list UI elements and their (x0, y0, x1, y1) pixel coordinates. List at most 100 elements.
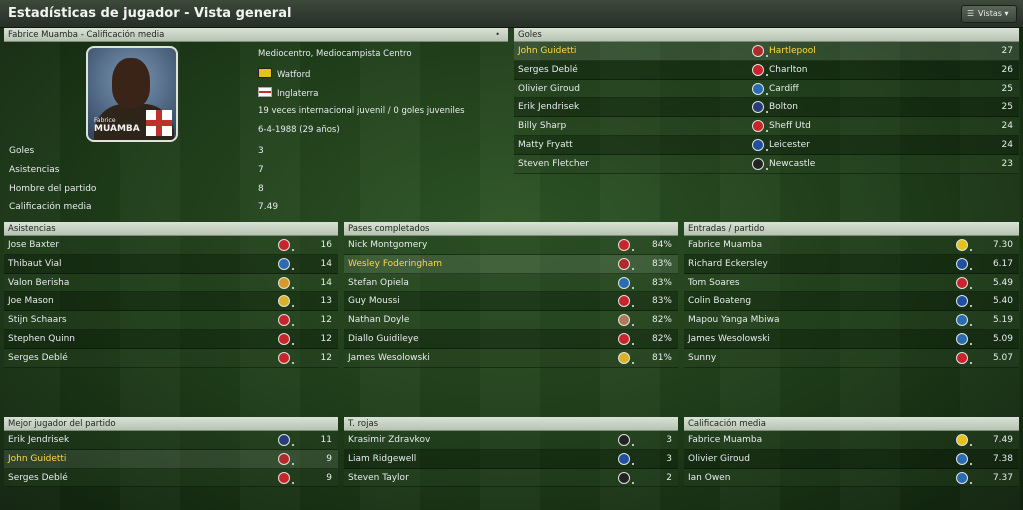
club-crest-icon (278, 452, 294, 465)
player-name[interactable]: Matty Fryatt (518, 140, 573, 150)
player-name[interactable]: James Wesolowski (688, 334, 770, 344)
player-name[interactable]: Liam Ridgewell (348, 454, 416, 464)
assists-row[interactable]: Joe Mason 13 (4, 292, 338, 312)
assists-row[interactable]: Thibaut Vial 14 (4, 254, 338, 274)
player-name[interactable]: Valon Berisha (8, 278, 69, 288)
player-name[interactable]: Serges Deblé (8, 353, 68, 363)
rating-row[interactable]: Olivier Giroud 7.38 (684, 449, 1019, 469)
player-name[interactable]: Erik Jendrisek (518, 102, 579, 112)
goals-row[interactable]: Serges Deblé Charlton 26 (514, 60, 1019, 80)
player-nation[interactable]: Inglaterra (258, 87, 318, 99)
player-name[interactable]: Steven Taylor (348, 473, 409, 483)
goals-row[interactable]: Billy Sharp Sheff Utd 24 (514, 117, 1019, 136)
reds-row[interactable]: Liam Ridgewell 3 (344, 449, 678, 469)
assists-row[interactable]: Jose Baxter 16 (4, 236, 338, 255)
motm-row[interactable]: John Guidetti 9 (4, 449, 338, 469)
club-crest-icon (278, 276, 294, 289)
player-name[interactable]: Guy Moussi (348, 296, 400, 306)
assists-row[interactable]: Valon Berisha 14 (4, 273, 338, 293)
club-name[interactable]: Sheff Utd (769, 117, 811, 136)
rating-row[interactable]: Fabrice Muamba 7.49 (684, 431, 1019, 450)
tackles-row[interactable]: Mapou Yanga Mbiwa 5.19 (684, 311, 1019, 330)
profile-stat-label: Hombre del partido (9, 183, 97, 194)
passes-row[interactable]: Diallo Guidileye 82% (344, 329, 678, 349)
player-name[interactable]: Stefan Opiela (348, 278, 409, 288)
club-crest-icon (618, 351, 634, 364)
player-club[interactable]: Watford (258, 68, 310, 80)
goals-row[interactable]: Erik Jendrisek Bolton 25 (514, 98, 1019, 118)
player-name[interactable]: Sunny (688, 353, 716, 363)
club-name[interactable]: Newcastle (769, 155, 815, 174)
passes-row[interactable]: Stefan Opiela 83% (344, 273, 678, 293)
player-name[interactable]: Mapou Yanga Mbiwa (688, 315, 780, 325)
goals-row[interactable]: Steven Fletcher Newcastle 23 (514, 154, 1019, 174)
player-name[interactable]: John Guidetti (8, 454, 66, 464)
stat-value: 24 (1001, 139, 1013, 150)
player-name[interactable]: Ian Owen (688, 473, 730, 483)
player-name[interactable]: Nathan Doyle (348, 315, 409, 325)
player-name[interactable]: Stijn Schaars (8, 315, 67, 325)
club-name[interactable]: Charlton (769, 61, 807, 80)
views-button[interactable]: ☰ Vistas ▾ (961, 5, 1017, 23)
stat-value: 14 (320, 277, 332, 288)
tackles-row[interactable]: Colin Boateng 5.40 (684, 292, 1019, 312)
reds-row[interactable]: Krasimir Zdravkov 3 (344, 431, 678, 450)
assists-row[interactable]: Stijn Schaars 12 (4, 311, 338, 330)
player-name[interactable]: Colin Boateng (688, 296, 751, 306)
player-name[interactable]: Diallo Guidileye (348, 334, 419, 344)
player-name[interactable]: Krasimir Zdravkov (348, 435, 430, 445)
player-name[interactable]: Richard Eckersley (688, 259, 768, 269)
reds-header: T. rojas (344, 417, 678, 431)
tackles-row[interactable]: Tom Soares 5.49 (684, 273, 1019, 293)
club-crest-icon (956, 452, 972, 465)
goals-row[interactable]: Matty Fryatt Leicester 24 (514, 135, 1019, 155)
player-name[interactable]: Jose Baxter (8, 240, 59, 250)
player-name[interactable]: Fabrice Muamba (688, 435, 762, 445)
player-name[interactable]: James Wesolowski (348, 353, 430, 363)
profile-header: Fabrice Muamba - Calificación media • (4, 28, 508, 42)
rating-row[interactable]: Ian Owen 7.37 (684, 468, 1019, 488)
club-name[interactable]: Bolton (769, 98, 798, 117)
profile-stat-row: Goles 3 (4, 142, 508, 161)
player-name[interactable]: Nick Montgomery (348, 240, 427, 250)
passes-row[interactable]: Guy Moussi 83% (344, 292, 678, 312)
tackles-row[interactable]: Fabrice Muamba 7.30 (684, 236, 1019, 255)
assists-row[interactable]: Serges Deblé 12 (4, 348, 338, 368)
reds-row[interactable]: Steven Taylor 2 (344, 468, 678, 488)
rating-header: Calificación media (684, 417, 1019, 431)
club-name[interactable]: Cardiff (769, 80, 799, 99)
profile-stat-row: Hombre del partido 8 (4, 180, 508, 199)
passes-row[interactable]: James Wesolowski 81% (344, 348, 678, 368)
tackles-row[interactable]: Sunny 5.07 (684, 348, 1019, 368)
tackles-row[interactable]: Richard Eckersley 6.17 (684, 254, 1019, 274)
panel-menu-icon[interactable]: • (495, 28, 500, 42)
player-name[interactable]: Stephen Quinn (8, 334, 75, 344)
player-name[interactable]: John Guidetti (518, 46, 576, 56)
goals-row[interactable]: John Guidetti Hartlepool 27 (514, 42, 1019, 61)
player-name[interactable]: Serges Deblé (8, 473, 68, 483)
player-name[interactable]: Tom Soares (688, 278, 740, 288)
stat-value: 25 (1001, 83, 1013, 94)
passes-row[interactable]: Nick Montgomery 84% (344, 236, 678, 255)
player-name[interactable]: Olivier Giroud (518, 84, 580, 94)
player-name[interactable]: Olivier Giroud (688, 454, 750, 464)
player-name[interactable]: Serges Deblé (518, 65, 578, 75)
player-name[interactable]: Erik Jendrisek (8, 435, 69, 445)
club-name[interactable]: Hartlepool (769, 42, 816, 61)
tackles-row[interactable]: James Wesolowski 5.09 (684, 329, 1019, 349)
motm-row[interactable]: Erik Jendrisek 11 (4, 431, 338, 450)
assists-row[interactable]: Stephen Quinn 12 (4, 329, 338, 349)
motm-header: Mejor jugador del partido (4, 417, 338, 431)
player-name[interactable]: Fabrice Muamba (688, 240, 762, 250)
player-name[interactable]: Steven Fletcher (518, 159, 589, 169)
goals-row[interactable]: Olivier Giroud Cardiff 25 (514, 79, 1019, 99)
player-name[interactable]: Wesley Foderingham (348, 259, 442, 269)
player-name[interactable]: Joe Mason (8, 296, 54, 306)
club-name[interactable]: Leicester (769, 136, 810, 155)
club-crest-icon (278, 351, 294, 364)
passes-row[interactable]: Wesley Foderingham 83% (344, 254, 678, 274)
player-name[interactable]: Thibaut Vial (8, 259, 62, 269)
player-name[interactable]: Billy Sharp (518, 121, 566, 131)
motm-row[interactable]: Serges Deblé 9 (4, 468, 338, 488)
passes-row[interactable]: Nathan Doyle 82% (344, 311, 678, 330)
